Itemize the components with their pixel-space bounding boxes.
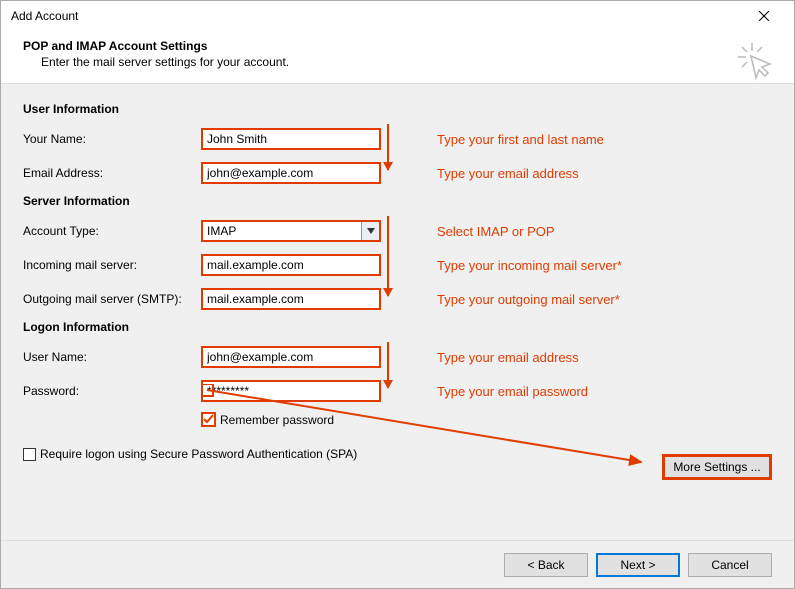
back-button[interactable]: < Back	[504, 553, 588, 577]
select-account-type-value: IMAP	[207, 224, 236, 238]
window-title: Add Account	[11, 9, 78, 23]
check-icon	[203, 414, 214, 425]
row-remember-password: Remember password	[201, 412, 772, 427]
chevron-down-icon	[367, 228, 375, 234]
close-button[interactable]	[744, 2, 784, 30]
hint-outgoing: Type your outgoing mail server*	[437, 292, 620, 307]
header-title: POP and IMAP Account Settings	[23, 39, 772, 53]
next-button-label: Next >	[620, 558, 655, 572]
row-account-type: Account Type: IMAP Select IMAP or POP	[23, 216, 772, 246]
header-subtitle: Enter the mail server settings for your …	[41, 55, 772, 69]
row-outgoing: Outgoing mail server (SMTP): Type your o…	[23, 284, 772, 314]
close-icon	[759, 11, 769, 21]
label-account-type: Account Type:	[23, 224, 201, 238]
add-account-window: Add Account POP and IMAP Account Setting…	[0, 0, 795, 589]
input-outgoing[interactable]	[201, 288, 381, 310]
input-email[interactable]	[201, 162, 381, 184]
row-password: Password: Type your email password	[23, 376, 772, 406]
input-incoming[interactable]	[201, 254, 381, 276]
label-username: User Name:	[23, 350, 201, 364]
next-button[interactable]: Next >	[596, 553, 680, 577]
arrow-icon	[387, 342, 389, 388]
dialog-body: User Information Your Name: Type your fi…	[1, 84, 794, 540]
row-your-name: Your Name: Type your first and last name	[23, 124, 772, 154]
row-spa: Require logon using Secure Password Auth…	[23, 447, 772, 461]
hint-password: Type your email password	[437, 384, 588, 399]
dialog-header: POP and IMAP Account Settings Enter the …	[1, 31, 794, 84]
hint-account-type: Select IMAP or POP	[437, 224, 555, 239]
hint-email: Type your email address	[437, 166, 579, 181]
cancel-button[interactable]: Cancel	[688, 553, 772, 577]
section-user-information: User Information	[23, 102, 772, 116]
arrow-icon	[387, 216, 389, 296]
checkbox-remember-password[interactable]	[201, 412, 216, 427]
label-password: Password:	[23, 384, 201, 398]
input-password[interactable]	[201, 380, 381, 402]
arrow-icon	[387, 124, 389, 170]
label-spa: Require logon using Secure Password Auth…	[40, 447, 357, 461]
hint-incoming: Type your incoming mail server*	[437, 258, 622, 273]
checkbox-spa[interactable]	[23, 448, 36, 461]
input-your-name[interactable]	[201, 128, 381, 150]
label-outgoing: Outgoing mail server (SMTP):	[23, 292, 201, 306]
dialog-footer: < Back Next > Cancel	[1, 540, 794, 588]
label-remember-password: Remember password	[220, 413, 334, 427]
dropdown-button[interactable]	[361, 222, 379, 240]
label-incoming: Incoming mail server:	[23, 258, 201, 272]
back-button-label: < Back	[527, 558, 564, 572]
row-incoming: Incoming mail server: Type your incoming…	[23, 250, 772, 280]
titlebar: Add Account	[1, 1, 794, 31]
hint-your-name: Type your first and last name	[437, 132, 604, 147]
row-email: Email Address: Type your email address	[23, 158, 772, 188]
hint-username: Type your email address	[437, 350, 579, 365]
section-logon-information: Logon Information	[23, 320, 772, 334]
cancel-button-label: Cancel	[711, 558, 748, 572]
select-account-type[interactable]: IMAP	[201, 220, 381, 242]
section-server-information: Server Information	[23, 194, 772, 208]
input-username[interactable]	[201, 346, 381, 368]
cursor-click-icon	[736, 41, 776, 81]
label-your-name: Your Name:	[23, 132, 201, 146]
label-email: Email Address:	[23, 166, 201, 180]
more-settings-label: More Settings ...	[673, 460, 760, 474]
more-settings-button[interactable]: More Settings ...	[662, 454, 772, 480]
row-username: User Name: Type your email address	[23, 342, 772, 372]
